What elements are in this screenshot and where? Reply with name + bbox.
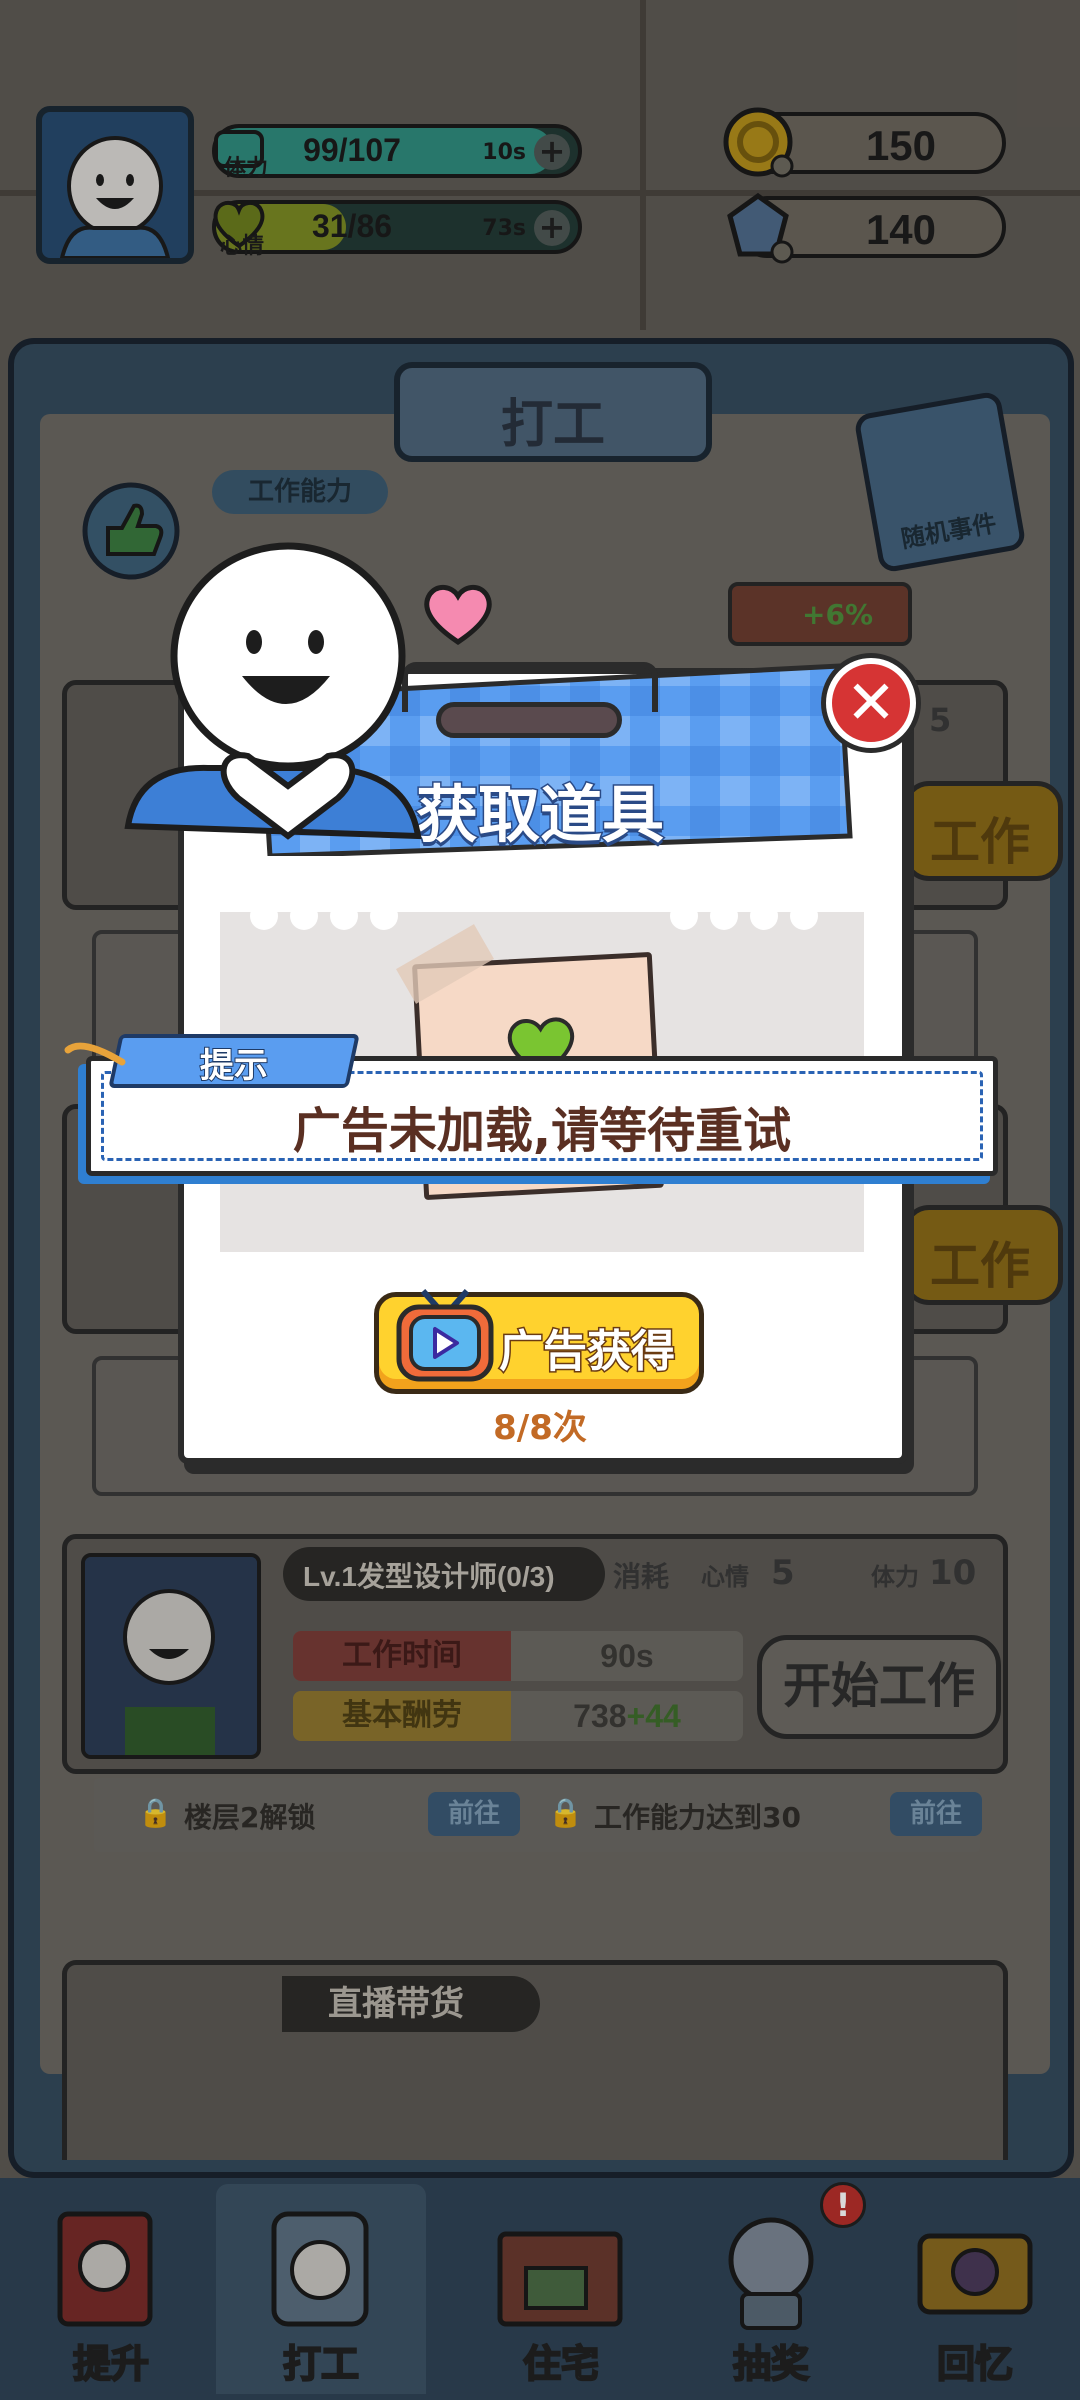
ad-remaining-count: 8/8次 <box>493 1408 587 1448</box>
pin-icon <box>64 1042 126 1066</box>
toast-message: 广告未加载,请等待重试 <box>292 1103 792 1159</box>
watch-ad-label: 广告获得 <box>498 1325 677 1379</box>
clip-bar <box>436 702 622 738</box>
close-button[interactable]: ✕ <box>826 658 916 748</box>
mascot-character <box>124 542 422 840</box>
close-icon: ✕ <box>845 668 897 738</box>
heart-icon <box>424 585 492 646</box>
tv-play-icon <box>396 1289 494 1382</box>
scallop-decor <box>250 906 818 930</box>
watch-ad-button[interactable]: 广告获得 <box>374 1289 704 1394</box>
toast-tag-label: 提示 <box>199 1045 269 1087</box>
